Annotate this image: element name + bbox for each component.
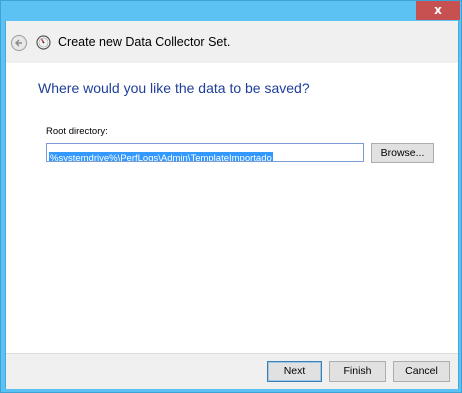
back-button[interactable] [11, 35, 27, 51]
finish-button[interactable]: Finish [329, 361, 386, 382]
close-button[interactable]: x [416, 1, 460, 20]
cancel-button[interactable]: Cancel [393, 361, 450, 382]
root-directory-input[interactable]: %systemdrive%\PerfLogs\Admin\TemplateImp… [46, 143, 364, 162]
data-collector-wizard-icon [36, 35, 51, 50]
wizard-window: x Create new Data Collector Set. Where w… [0, 0, 462, 393]
wizard-footer: Next Finish Cancel [6, 353, 458, 389]
browse-button[interactable]: Browse... [371, 143, 434, 163]
page-heading: Where would you like the data to be save… [38, 80, 310, 96]
root-directory-label: Root directory: [46, 126, 108, 137]
root-directory-value: %systemdrive%\PerfLogs\Admin\TemplateImp… [49, 152, 273, 161]
next-button[interactable]: Next [267, 361, 322, 382]
back-arrow-icon [15, 39, 22, 47]
title-bar: x [1, 1, 461, 21]
wizard-header: Create new Data Collector Set. [6, 21, 458, 63]
wizard-client-area: Create new Data Collector Set. Where wou… [5, 21, 459, 389]
wizard-title: Create new Data Collector Set. [58, 35, 231, 49]
wizard-body: Where would you like the data to be save… [6, 63, 458, 353]
